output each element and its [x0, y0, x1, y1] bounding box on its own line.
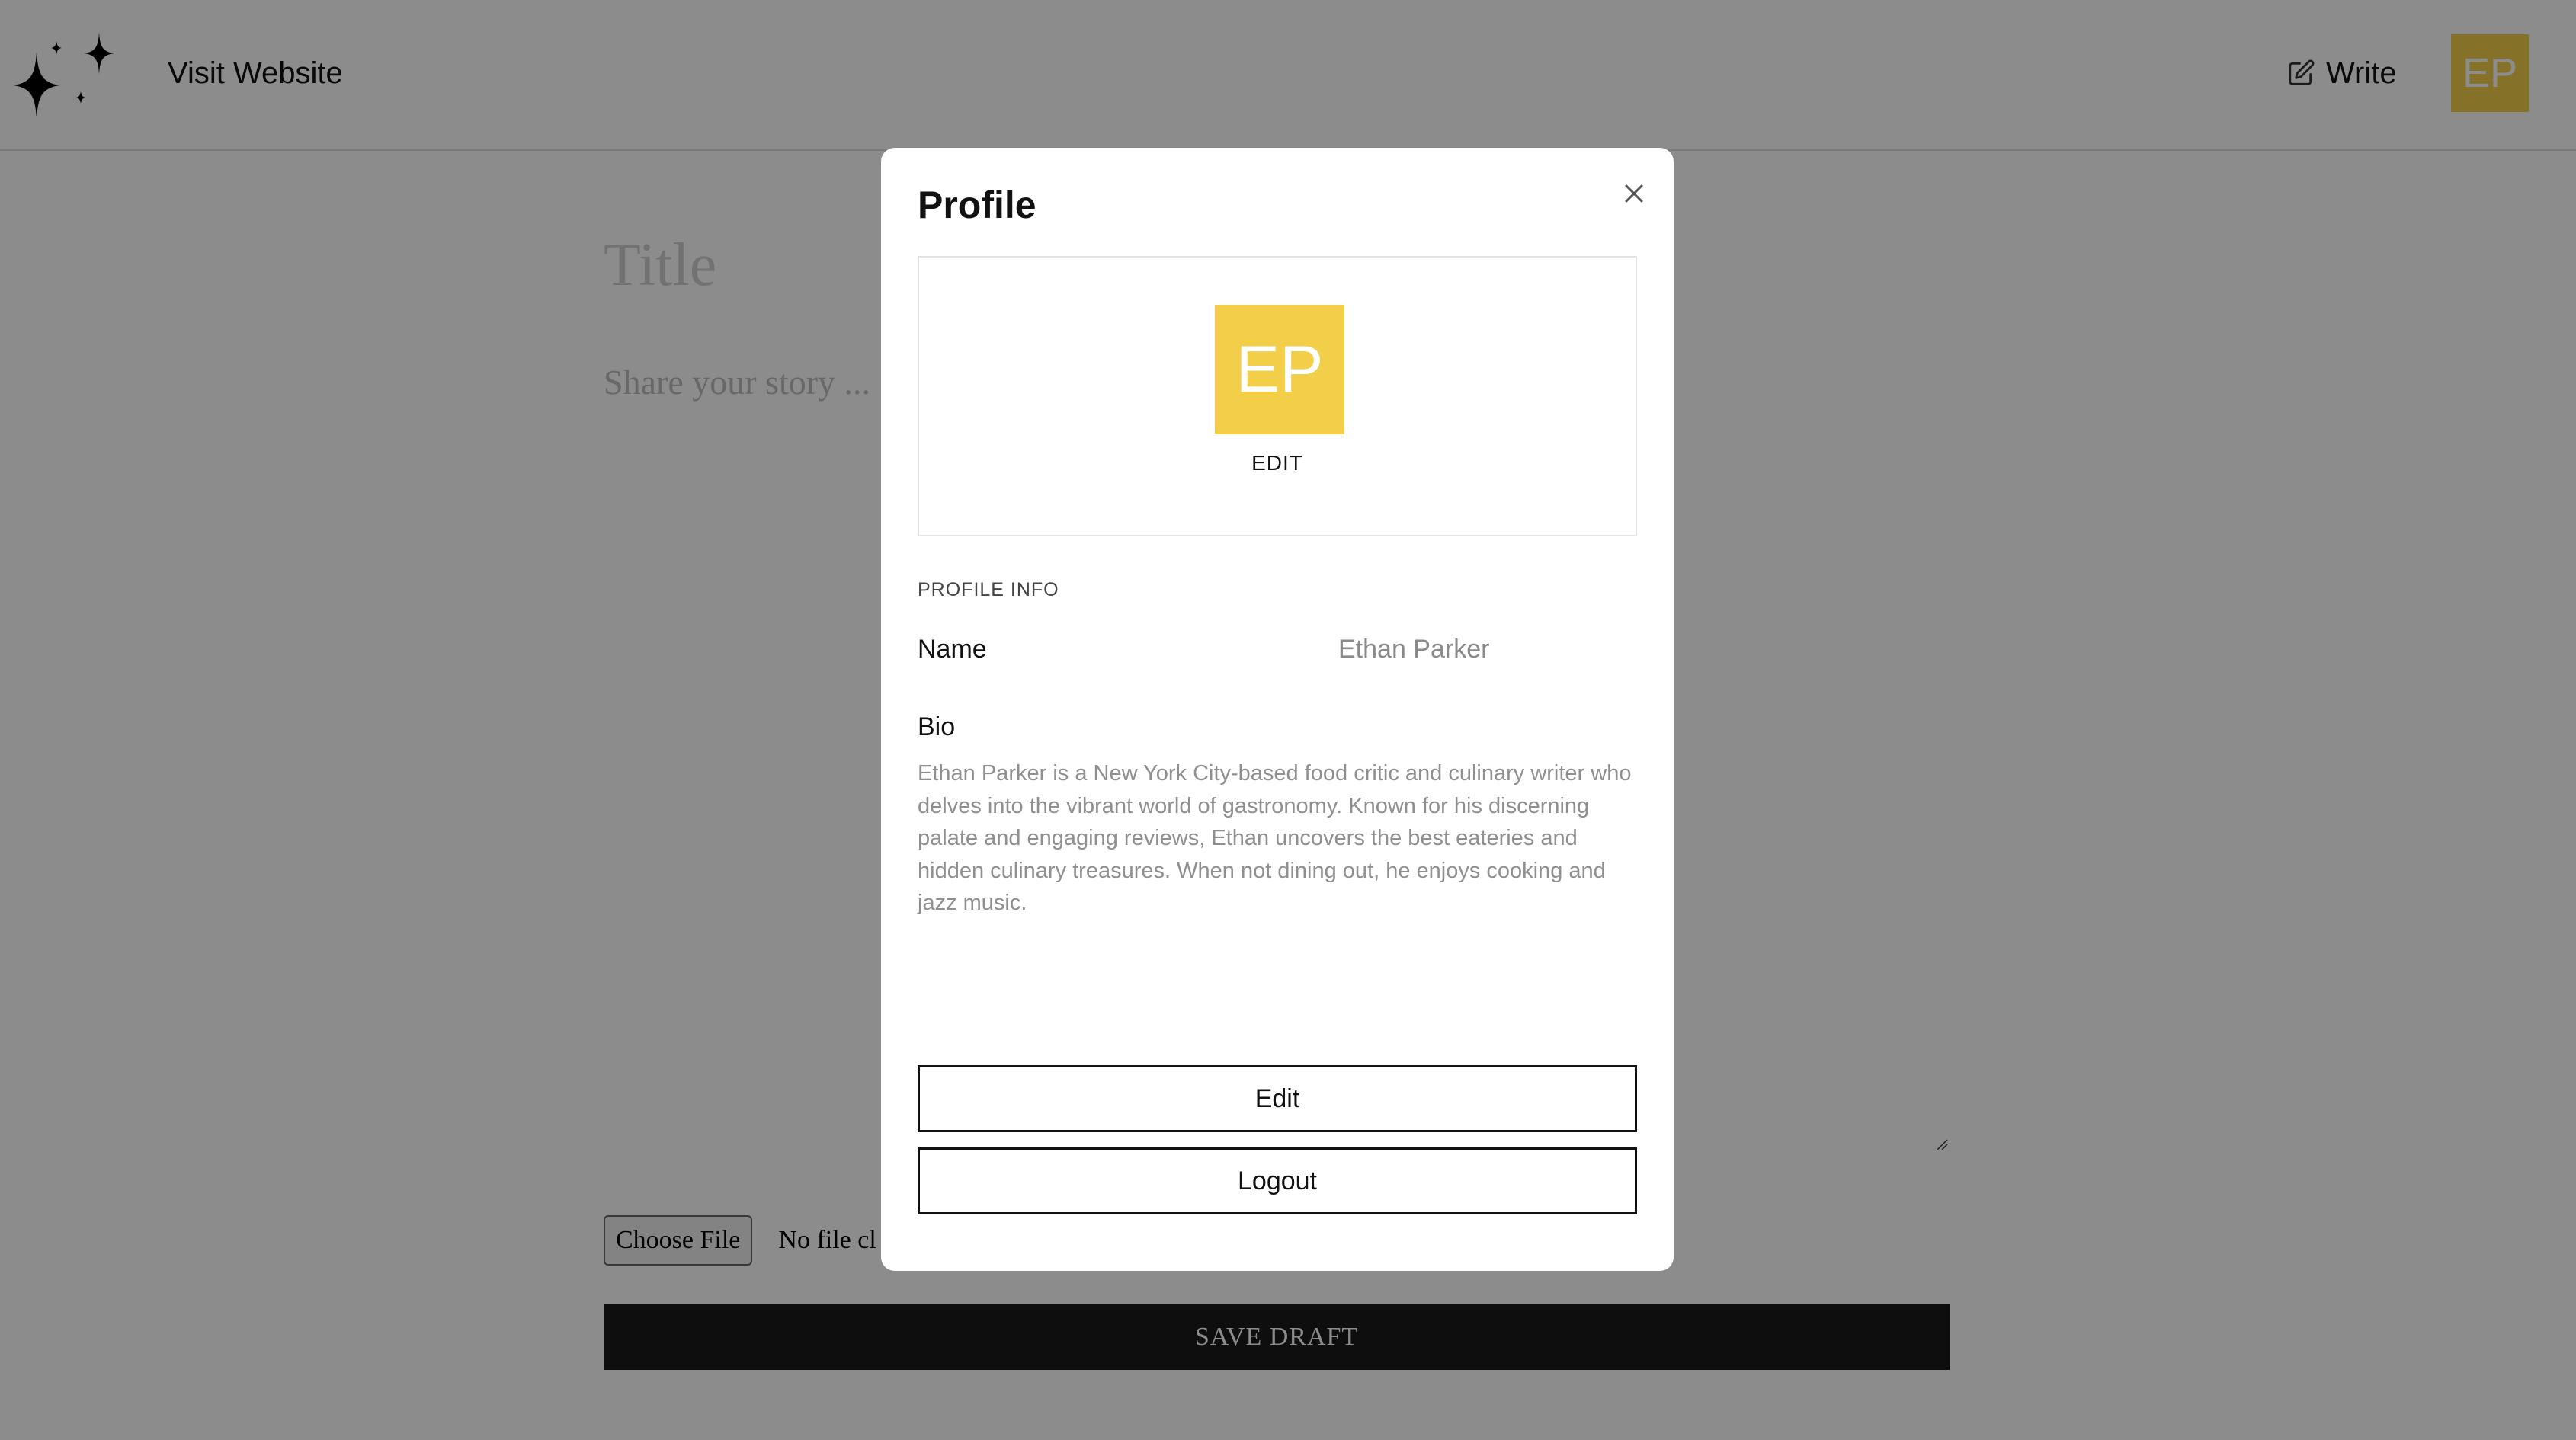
- bio-text: Ethan Parker is a New York City-based fo…: [918, 761, 1632, 915]
- avatar-edit-link[interactable]: EDIT: [919, 451, 1636, 475]
- name-label: Name: [918, 635, 987, 664]
- avatar-panel: EP EDIT: [918, 256, 1637, 536]
- modal-title: Profile: [918, 184, 1036, 226]
- profile-avatar: EP: [1215, 305, 1344, 434]
- profile-info-heading: PROFILE INFO: [918, 579, 1059, 600]
- close-icon[interactable]: [1617, 177, 1651, 210]
- profile-modal: Profile EP EDIT PROFILE INFO Name Ethan …: [881, 148, 1674, 1271]
- app: Visit Website Write EP Title Share your …: [0, 0, 2576, 1440]
- edit-profile-button[interactable]: Edit: [918, 1065, 1637, 1132]
- name-field[interactable]: Ethan Parker: [1338, 632, 1489, 666]
- bio-label: Bio: [918, 712, 956, 741]
- logout-button[interactable]: Logout: [918, 1147, 1637, 1214]
